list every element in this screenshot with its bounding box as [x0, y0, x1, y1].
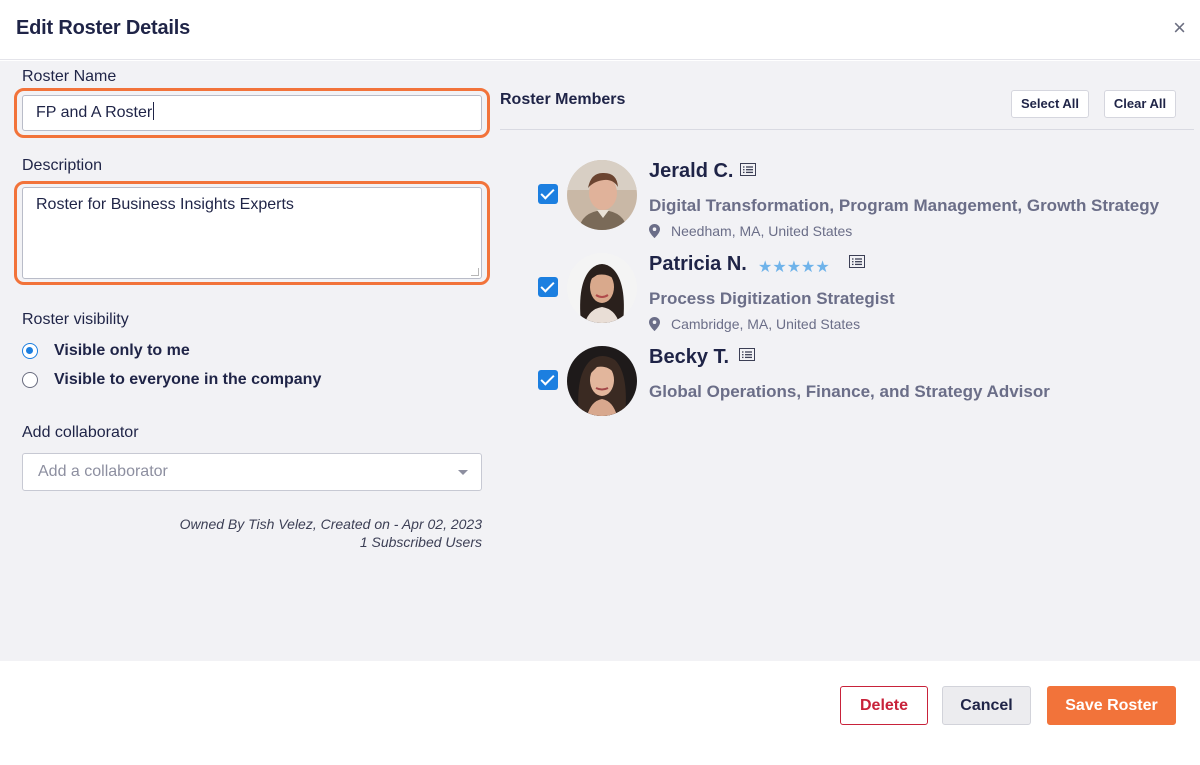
roster-name-input[interactable]: FP and A Roster — [22, 95, 482, 131]
member-title: Global Operations, Finance, and Strategy… — [649, 382, 1050, 401]
member-title: Digital Transformation, Program Manageme… — [649, 196, 1160, 215]
close-icon[interactable]: × — [1173, 16, 1186, 40]
roster-name-value: FP and A Roster — [36, 104, 153, 121]
avatar — [567, 160, 637, 230]
description-label: Description — [22, 157, 103, 174]
member-location-text: Cambridge, MA, United States — [671, 316, 861, 332]
radio-selected-icon[interactable] — [22, 343, 38, 359]
member-item: Patricia N. ★★★★★ Process Digitization S… — [538, 253, 1188, 343]
visibility-option-private[interactable]: Visible only to me — [22, 342, 190, 360]
member-checkbox[interactable] — [538, 370, 558, 390]
location-pin-icon — [649, 317, 660, 331]
dialog-title: Edit Roster Details — [16, 17, 191, 39]
delete-button[interactable]: Delete — [840, 686, 928, 725]
dialog-body: Roster Name FP and A Roster Description … — [0, 61, 1200, 661]
notes-icon[interactable] — [849, 255, 865, 268]
avatar — [567, 253, 637, 323]
collaborator-label: Add collaborator — [22, 424, 139, 441]
member-checkbox[interactable] — [538, 277, 558, 297]
member-name[interactable]: Becky T. — [649, 346, 729, 369]
dialog-header: Edit Roster Details × — [0, 0, 1200, 60]
select-all-button[interactable]: Select All — [1011, 90, 1089, 118]
member-location: Needham, MA, United States — [649, 223, 852, 239]
chevron-down-icon[interactable] — [458, 470, 468, 475]
subscriber-count: 1 Subscribed Users — [359, 534, 482, 550]
visibility-option-label: Visible to everyone in the company — [54, 371, 322, 388]
member-item: Jerald C. Digital Transformation, Progra… — [538, 160, 1188, 250]
member-location-text: Needham, MA, United States — [671, 223, 853, 239]
member-name[interactable]: Patricia N. — [649, 253, 747, 276]
visibility-option-company[interactable]: Visible to everyone in the company — [22, 371, 321, 389]
text-caret — [153, 102, 155, 120]
clear-all-button[interactable]: Clear All — [1104, 90, 1176, 118]
avatar — [567, 346, 637, 416]
radio-unselected-icon[interactable] — [22, 372, 38, 388]
collaborator-select[interactable]: Add a collaborator — [22, 453, 482, 491]
dialog-footer: Delete Cancel Save Roster — [0, 661, 1200, 765]
members-title: Roster Members — [500, 91, 626, 108]
resize-handle-icon[interactable] — [471, 268, 479, 276]
save-roster-button[interactable]: Save Roster — [1047, 686, 1176, 725]
collaborator-placeholder: Add a collaborator — [38, 463, 168, 480]
members-divider — [500, 129, 1194, 130]
description-value: Roster for Business Insights Experts — [36, 196, 294, 213]
roster-name-label: Roster Name — [22, 68, 117, 85]
member-item: Becky T. Global Operations, Finance, and… — [538, 346, 1188, 436]
visibility-label: Roster visibility — [22, 311, 129, 328]
notes-icon[interactable] — [739, 348, 755, 361]
member-location: Cambridge, MA, United States — [649, 316, 860, 332]
owner-info: Owned By Tish Velez, Created on - Apr 02… — [179, 516, 482, 532]
description-textarea[interactable]: Roster for Business Insights Experts — [22, 187, 482, 279]
location-pin-icon — [649, 224, 660, 238]
rating-stars: ★★★★★ — [758, 259, 830, 276]
cancel-button[interactable]: Cancel — [942, 686, 1031, 725]
member-name[interactable]: Jerald C. — [649, 160, 733, 183]
member-checkbox[interactable] — [538, 184, 558, 204]
member-title: Process Digitization Strategist — [649, 289, 895, 308]
visibility-option-label: Visible only to me — [54, 342, 190, 359]
notes-icon[interactable] — [740, 163, 756, 176]
